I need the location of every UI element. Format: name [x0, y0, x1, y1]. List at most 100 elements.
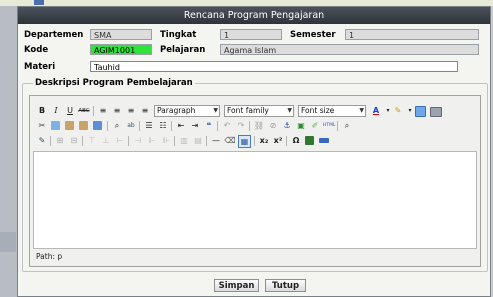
align-left-icon[interactable]: ≡ [97, 105, 109, 117]
image-icon[interactable]: ▣ [295, 120, 307, 132]
paste-icon[interactable] [65, 121, 74, 130]
background-app-icon [34, 0, 44, 5]
font-size-select[interactable]: Font size ▼ [298, 105, 366, 117]
toolbar-separator [217, 121, 218, 131]
materi-label: Materi [24, 62, 56, 72]
row-departemen: Departemen SMA Tingkat 1 Semester 1 [24, 29, 484, 41]
format-select-value: Paragraph [157, 106, 196, 115]
print-icon[interactable] [430, 107, 442, 117]
media-icon[interactable] [305, 136, 314, 145]
pelajaran-field[interactable]: Agama Islam [220, 44, 479, 55]
toolbar-separator [249, 121, 250, 131]
background-panel [0, 232, 16, 252]
remove-format-icon[interactable]: ⌫ [224, 135, 236, 147]
bullet-list-icon[interactable]: ☰ [143, 120, 155, 132]
editor-toolbar-row-3: ✎ ⊞ ⊟ ⊤ ⊥ ⊢ ⊣ ⊩ ⊪ ▥ ▤ — ⌫ ▦ x₂ x² Ω [34, 134, 478, 149]
highlight-color-icon[interactable]: ✎ [392, 105, 404, 117]
anchor-icon[interactable]: ⚓ [281, 120, 293, 132]
close-button[interactable]: Tutup [265, 279, 306, 292]
toolbar-separator [171, 121, 172, 131]
replace-icon[interactable]: ab [125, 120, 137, 132]
row-before-icon[interactable]: ⊤ [86, 135, 98, 147]
delete-row-icon[interactable]: ⊢ [114, 135, 126, 147]
horizontal-rule-icon[interactable]: — [210, 135, 222, 147]
fullscreen-icon[interactable] [415, 106, 426, 117]
special-char-button[interactable]: Ω [290, 135, 302, 147]
kode-label: Kode [24, 45, 49, 55]
row-materi: Materi Tauhid [24, 61, 484, 73]
table-props-icon[interactable]: ⊟ [68, 135, 80, 147]
rpp-dialog: Rencana Program Pengajaran Departemen SM… [17, 6, 491, 297]
paste-word-icon[interactable] [93, 121, 102, 130]
editor-toolbar-row-2: ✂ ⌕ ab ☰ ☷ ⇤ ⇥ ❝ ↶ ↷ ⛓ ⊘ ⚓ ▣ ✐ HTML ⌕ [34, 119, 478, 134]
find-icon[interactable]: ⌕ [111, 120, 123, 132]
toolbar-separator [82, 136, 83, 146]
visual-aid-icon[interactable]: ▦ [238, 135, 251, 148]
copy-icon[interactable] [51, 121, 60, 130]
tingkat-field[interactable]: 1 [220, 29, 282, 40]
strikethrough-button[interactable]: ABC [78, 105, 90, 117]
toolbar-separator [93, 106, 94, 116]
superscript-button[interactable]: x² [272, 135, 284, 147]
editor-status-path: Path: p [36, 252, 63, 261]
toolbar-separator [139, 121, 140, 131]
chevron-down-icon: ▼ [287, 107, 292, 114]
split-cells-icon[interactable]: ▥ [178, 135, 190, 147]
pelajaran-label: Pelajaran [160, 45, 206, 55]
font-size-value: Font size [301, 106, 335, 115]
row-kode: Kode AGIM1001 Pelajaran Agama Islam [24, 44, 484, 56]
underline-button[interactable]: U [64, 105, 76, 117]
bold-button[interactable]: B [36, 105, 48, 117]
font-family-value: Font family [227, 106, 269, 115]
blockquote-icon[interactable]: ❝ [203, 120, 215, 132]
indent-icon[interactable]: ⇥ [189, 120, 201, 132]
numbered-list-icon[interactable]: ☷ [157, 120, 169, 132]
toolbar-separator [254, 136, 255, 146]
cut-icon[interactable]: ✂ [36, 120, 48, 132]
save-button[interactable]: Simpan [214, 279, 259, 292]
align-justify-icon[interactable]: ≡ [139, 105, 151, 117]
semester-field[interactable]: 1 [345, 29, 479, 40]
rich-text-editor: B I U ABC ≡ ≡ ≡ ≡ Paragraph ▼ Font family… [29, 95, 481, 267]
format-select[interactable]: Paragraph ▼ [154, 105, 220, 117]
html-source-icon[interactable]: HTML [323, 120, 336, 132]
page-break-icon[interactable] [319, 138, 329, 143]
edit-css-icon[interactable]: ✎ [36, 135, 48, 147]
text-color-icon[interactable]: A [370, 105, 382, 117]
editor-content-area[interactable] [33, 151, 477, 249]
font-family-select[interactable]: Font family ▼ [224, 105, 294, 117]
link-icon[interactable]: ⛓ [253, 120, 265, 132]
toolbar-separator [174, 136, 175, 146]
toolbar-separator [206, 136, 207, 146]
table-icon[interactable]: ⊞ [54, 135, 66, 147]
redo-icon[interactable]: ↷ [235, 120, 247, 132]
editor-toolbar-row-1: B I U ABC ≡ ≡ ≡ ≡ Paragraph ▼ Font family… [34, 104, 478, 119]
toolbar-separator [286, 136, 287, 146]
italic-button[interactable]: I [50, 105, 62, 117]
row-after-icon[interactable]: ⊥ [100, 135, 112, 147]
materi-input[interactable]: Tauhid [90, 61, 458, 72]
zoom-icon[interactable]: ⌕ [341, 120, 353, 132]
departemen-field[interactable]: SMA [90, 29, 152, 40]
cleanup-icon[interactable]: ✐ [309, 120, 321, 132]
kode-field[interactable]: AGIM1001 [90, 44, 152, 55]
col-before-icon[interactable]: ⊣ [132, 135, 144, 147]
outdent-icon[interactable]: ⇤ [175, 120, 187, 132]
toolbar-separator [337, 121, 338, 131]
merge-cells-icon[interactable]: ▤ [192, 135, 204, 147]
unlink-icon[interactable]: ⊘ [267, 120, 279, 132]
chevron-down-icon: ▼ [359, 107, 364, 114]
align-center-icon[interactable]: ≡ [111, 105, 123, 117]
delete-col-icon[interactable]: ⊪ [160, 135, 172, 147]
dialog-title: Rencana Program Pengajaran [18, 7, 490, 24]
col-after-icon[interactable]: ⊩ [146, 135, 158, 147]
paste-text-icon[interactable] [79, 121, 88, 130]
undo-icon[interactable]: ↶ [221, 120, 233, 132]
align-right-icon[interactable]: ≡ [125, 105, 137, 117]
toolbar-separator [50, 136, 51, 146]
departemen-label: Departemen [24, 30, 84, 40]
semester-label: Semester [290, 30, 336, 40]
toolbar-separator [107, 121, 108, 131]
tingkat-label: Tingkat [160, 30, 197, 40]
subscript-button[interactable]: x₂ [258, 135, 270, 147]
